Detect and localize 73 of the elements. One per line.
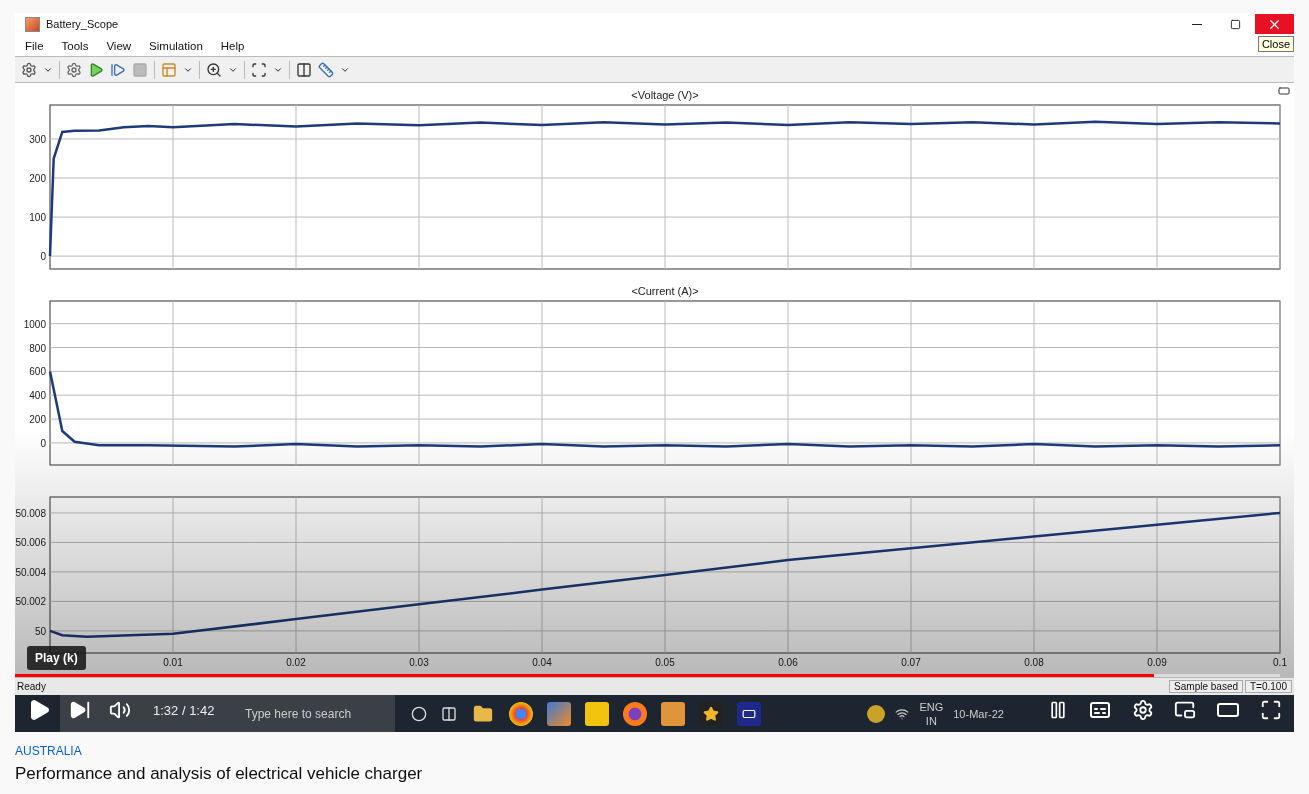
date-text[interactable]: 10-Mar-22 xyxy=(953,707,1004,720)
circle-icon[interactable] xyxy=(411,705,427,722)
axis-label: 800 xyxy=(29,342,46,354)
status-field: T=0.100 xyxy=(1245,680,1292,694)
plot-title: <Voltage (V)> xyxy=(631,89,699,102)
note-icon[interactable] xyxy=(585,701,609,726)
menu-item[interactable]: Help xyxy=(210,39,253,52)
next-icon[interactable] xyxy=(69,699,91,721)
autoplay-toggle[interactable] xyxy=(1048,700,1068,720)
time-display: 1:32 / 1:42 xyxy=(153,702,215,718)
ruler-icon[interactable] xyxy=(318,61,334,78)
axis-label: 50.006 xyxy=(15,537,46,549)
autoscale-icon[interactable] xyxy=(251,61,267,78)
axis-label: 0.04 xyxy=(532,657,552,669)
app-icon[interactable] xyxy=(547,701,571,726)
plot-title: <Current (A)> xyxy=(631,285,699,298)
axis-label: 0.06 xyxy=(778,657,798,669)
axis-label: 200 xyxy=(29,414,46,426)
axis-label: 0.03 xyxy=(409,657,429,669)
window-icon[interactable] xyxy=(737,701,761,726)
axis-label: 0.07 xyxy=(901,657,921,669)
minimize-icon xyxy=(1191,23,1202,25)
tooltip: Play (k) xyxy=(27,646,86,670)
axis-label: 1000 xyxy=(23,319,46,331)
menu-item[interactable]: Simulation xyxy=(139,39,211,52)
status-field: Sample based xyxy=(1169,680,1243,694)
axis-label: 0.09 xyxy=(1147,657,1167,669)
gear-icon[interactable] xyxy=(66,61,82,78)
video-player[interactable] xyxy=(15,13,1294,732)
axis-label: 300 xyxy=(29,134,46,146)
axis-label: 0.05 xyxy=(655,657,675,669)
axis-label: 50.008 xyxy=(15,508,46,520)
menu-item[interactable]: File xyxy=(15,39,52,52)
highlight-icon[interactable] xyxy=(296,61,312,78)
close-button[interactable] xyxy=(1255,14,1294,35)
axis-label: 0.08 xyxy=(1024,657,1044,669)
task-view-icon[interactable] xyxy=(441,705,457,722)
tooltip: Close xyxy=(1257,36,1294,52)
document-icon[interactable] xyxy=(661,701,685,726)
run-icon[interactable] xyxy=(88,61,104,78)
maximize-icon xyxy=(1230,18,1241,30)
step-forward-icon[interactable] xyxy=(110,61,126,78)
language-text[interactable]: ENG xyxy=(919,699,944,714)
axis-label: 0.02 xyxy=(286,657,306,669)
browser-icon[interactable] xyxy=(509,701,533,726)
menu-item[interactable]: Tools xyxy=(51,39,97,52)
axis-label: 0.01 xyxy=(163,657,183,669)
axis-label: 50 xyxy=(34,626,46,638)
video-title: Performance and analysis of electrical vehicle charger xyxy=(15,764,424,784)
menu-item[interactable]: View xyxy=(96,39,140,52)
axis-label: 200 xyxy=(29,173,46,185)
window-title: Battery_Scope xyxy=(46,18,120,31)
axis-label: 0.1 xyxy=(1273,657,1287,669)
browser-icon[interactable] xyxy=(623,701,647,726)
axis-label: 50.002 xyxy=(15,596,46,608)
miniplayer-icon[interactable] xyxy=(1174,699,1196,721)
axis-label: 600 xyxy=(29,366,46,378)
axis-label: 100 xyxy=(29,212,46,224)
volume-icon[interactable] xyxy=(109,699,131,721)
axis-label: 400 xyxy=(29,390,46,402)
settings-icon[interactable] xyxy=(21,61,37,78)
app-icon xyxy=(25,16,40,32)
status-text: Ready xyxy=(17,681,47,693)
region-text[interactable]: IN xyxy=(925,713,937,728)
fullscreen-icon[interactable] xyxy=(1260,699,1282,721)
weather-icon xyxy=(867,704,886,723)
axis-label: 50.004 xyxy=(15,567,46,579)
axis-label: 0 xyxy=(40,251,46,263)
channel-link[interactable]: AUSTRALIA xyxy=(15,744,1294,758)
zoom-icon[interactable] xyxy=(206,61,222,78)
axis-label: 0 xyxy=(40,438,46,450)
wifi-icon[interactable] xyxy=(895,706,910,721)
undock-icon[interactable] xyxy=(1278,85,1290,98)
